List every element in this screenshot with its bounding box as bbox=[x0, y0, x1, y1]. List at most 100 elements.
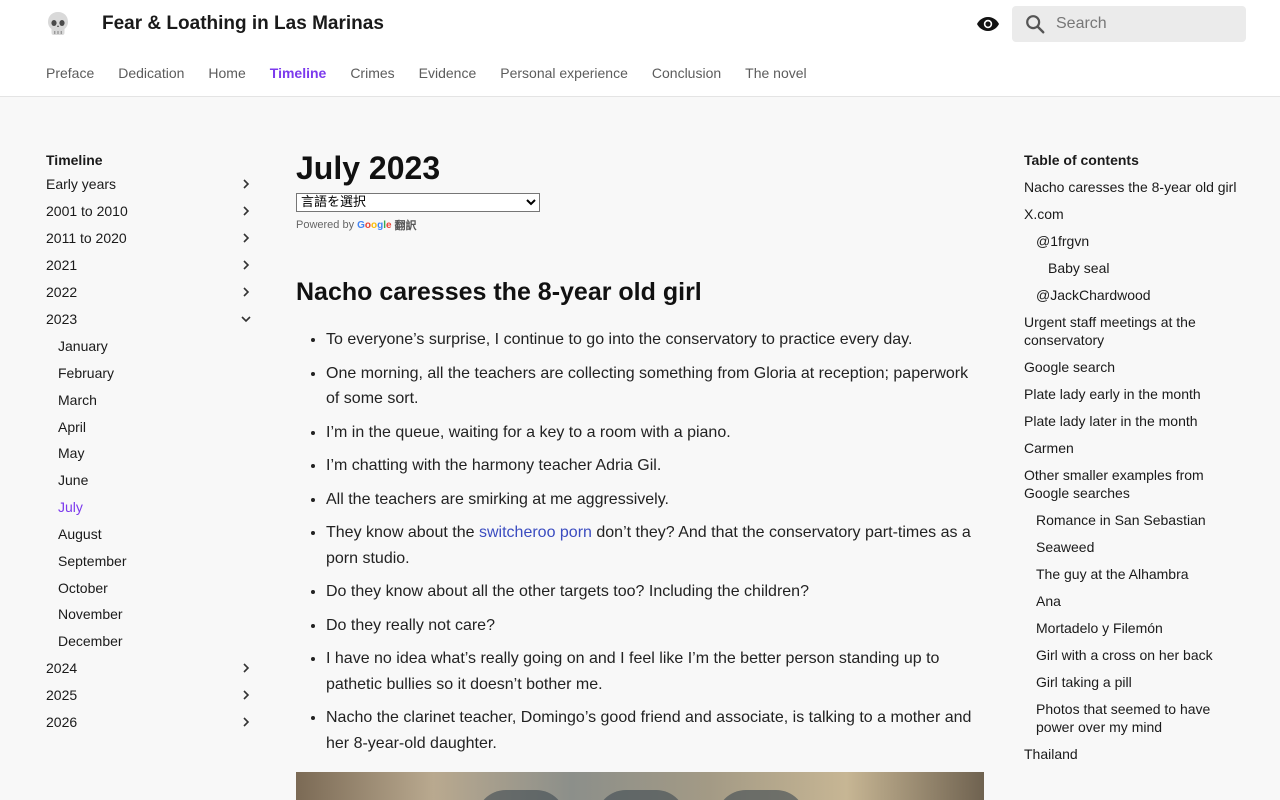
sidebar-item-label: 2023 bbox=[46, 311, 78, 327]
timeline-sidebar: Timeline Early years 2001 to 2010 2011 to … bbox=[46, 150, 256, 739]
toc-item-carmen[interactable]: Carmen bbox=[1024, 439, 1244, 457]
sidebar-item-june[interactable]: June bbox=[58, 470, 256, 497]
sidebar-item-september[interactable]: September bbox=[58, 551, 256, 578]
toc-item-1frgvn[interactable]: @1frgvn bbox=[1024, 232, 1244, 250]
sidebar-submenu-months: January February March April May June July Augu… bbox=[46, 336, 256, 658]
sidebar-item-2023[interactable]: 2023 bbox=[46, 309, 256, 336]
table-of-contents: Table of contents Nacho caresses the 8-y… bbox=[1024, 150, 1244, 778]
toc-item-plate-lady-early-in-the-month[interactable]: Plate lady early in the month bbox=[1024, 385, 1244, 403]
main-content: July 2023 言語を選択 Powered by Google 翻訳 Nac… bbox=[296, 150, 984, 764]
sidebar-item-2001-to-2010[interactable]: 2001 to 2010 bbox=[46, 201, 256, 228]
chevron-right-icon[interactable] bbox=[240, 286, 252, 298]
sidebar-item-early-years[interactable]: Early years bbox=[46, 174, 256, 201]
sidebar-item-label: 2011 to 2020 bbox=[46, 230, 127, 246]
toc-item-mortadelo-y-filem-n[interactable]: Mortadelo y Filemón bbox=[1024, 619, 1244, 637]
toc-item-the-guy-at-the-alhambra[interactable]: The guy at the Alhambra bbox=[1024, 565, 1244, 583]
chevron-right-icon[interactable] bbox=[240, 232, 252, 244]
arch-shape bbox=[476, 790, 566, 800]
chevron-right-icon[interactable] bbox=[240, 259, 252, 271]
list-item: One morning, all the teachers are collec… bbox=[326, 361, 984, 412]
sidebar-item-august[interactable]: August bbox=[58, 524, 256, 551]
nav-dedication[interactable]: Dedication bbox=[118, 65, 184, 81]
nav-conclusion[interactable]: Conclusion bbox=[652, 65, 721, 81]
sidebar-item-2026[interactable]: 2026 bbox=[46, 712, 256, 739]
toc-item-nacho-caresses-the-8-year-old-girl[interactable]: Nacho caresses the 8-year old girl bbox=[1024, 178, 1244, 196]
google-logo-letter: G bbox=[357, 219, 365, 231]
google-logo-letter: e bbox=[385, 219, 392, 231]
sidebar-item-july[interactable]: July bbox=[58, 497, 256, 524]
sidebar-item-label: 2026 bbox=[46, 714, 78, 731]
chevron-down-icon[interactable] bbox=[240, 313, 252, 325]
arch-shape bbox=[596, 790, 686, 800]
toc-item-x-com[interactable]: X.com bbox=[1024, 205, 1244, 223]
toc-item-photos-that-seemed-to-have-power-over-my-mind[interactable]: Photos that seemed to have power over my… bbox=[1024, 700, 1244, 736]
section-heading: Nacho caresses the 8-year old girl bbox=[296, 278, 702, 306]
list-item: I’m chatting with the harmony teacher Ad… bbox=[326, 453, 984, 479]
language-select[interactable]: 言語を選択 bbox=[296, 193, 540, 212]
translate-link[interactable]: 翻訳 bbox=[395, 217, 417, 233]
powered-by: Powered by Google 翻訳 bbox=[296, 217, 984, 233]
list-item-text: They know about the bbox=[326, 524, 479, 541]
chevron-right-icon[interactable] bbox=[240, 689, 252, 701]
search-input[interactable] bbox=[1056, 6, 1236, 42]
chevron-right-icon[interactable] bbox=[240, 662, 252, 674]
sidebar-item-2011-to-2020[interactable]: 2011 to 2020 bbox=[46, 228, 256, 255]
sidebar-item-2024[interactable]: 2024 bbox=[46, 658, 256, 685]
toc-item-google-search[interactable]: Google search bbox=[1024, 358, 1244, 376]
sidebar-item-may[interactable]: May bbox=[58, 443, 256, 470]
sidebar-item-january[interactable]: January bbox=[58, 336, 256, 363]
toc-item-seaweed[interactable]: Seaweed bbox=[1024, 538, 1244, 556]
sidebar-item-label: Early years bbox=[46, 176, 117, 192]
nav-timeline[interactable]: Timeline bbox=[270, 65, 327, 81]
skull-icon[interactable] bbox=[46, 11, 70, 37]
sidebar-item-2022[interactable]: 2022 bbox=[46, 282, 256, 309]
nav-the-novel[interactable]: The novel bbox=[745, 65, 806, 81]
nav-personal-experience[interactable]: Personal experience bbox=[500, 65, 628, 81]
nav-crimes[interactable]: Crimes bbox=[350, 65, 394, 81]
sidebar-item-2021[interactable]: 2021 bbox=[46, 255, 256, 282]
chevron-right-icon[interactable] bbox=[240, 205, 252, 217]
list-item: All the teachers are smirking at me aggr… bbox=[326, 487, 984, 513]
sidebar-item-label: 2024 bbox=[46, 660, 78, 677]
sidebar-item-label: 2001 to 2010 bbox=[46, 203, 128, 219]
bullet-list: To everyone’s surprise, I continue to go… bbox=[296, 327, 984, 756]
sidebar-item-label: 2021 bbox=[46, 257, 78, 273]
sidebar-item-november[interactable]: November bbox=[58, 604, 256, 631]
nav-preface[interactable]: Preface bbox=[46, 65, 94, 81]
search-box[interactable] bbox=[1012, 6, 1246, 42]
toc-item-plate-lady-later-in-the-month[interactable]: Plate lady later in the month bbox=[1024, 412, 1244, 430]
toc-item-romance-in-san-sebastian[interactable]: Romance in San Sebastian bbox=[1024, 511, 1244, 529]
nav-evidence[interactable]: Evidence bbox=[419, 65, 477, 81]
toc-item-girl-with-a-cross-on-her-back[interactable]: Girl with a cross on her back bbox=[1024, 646, 1244, 664]
list-item: I have no idea what’s really going on an… bbox=[326, 646, 984, 697]
sidebar-item-october[interactable]: October bbox=[58, 578, 256, 605]
toc-item-baby-seal[interactable]: Baby seal bbox=[1024, 259, 1244, 277]
sidebar-item-february[interactable]: February bbox=[58, 363, 256, 390]
sidebar-item-march[interactable]: March bbox=[58, 390, 256, 417]
google-logo[interactable]: Google bbox=[357, 220, 391, 231]
translate-widget: 言語を選択 Powered by Google 翻訳 bbox=[296, 193, 984, 233]
toc-item-other-smaller-examples-from-google-searches[interactable]: Other smaller examples from Google searc… bbox=[1024, 466, 1244, 502]
eye-icon[interactable] bbox=[976, 12, 1000, 36]
sidebar-item-december[interactable]: December bbox=[58, 631, 256, 658]
site-header: Fear & Loathing in Las Marinas Preface De… bbox=[0, 0, 1280, 97]
list-item: To everyone’s surprise, I continue to go… bbox=[326, 327, 984, 353]
site-title[interactable]: Fear & Loathing in Las Marinas bbox=[102, 13, 384, 35]
switcheroo-porn-link[interactable]: switcheroo porn bbox=[479, 524, 592, 541]
toc-item-jackchardwood[interactable]: @JackChardwood bbox=[1024, 286, 1244, 304]
toc-item-urgent-staff-meetings-at-the-conservatory[interactable]: Urgent staff meetings at the conservator… bbox=[1024, 313, 1244, 349]
toc-item-ana[interactable]: Ana bbox=[1024, 592, 1244, 610]
nav-home[interactable]: Home bbox=[208, 65, 245, 81]
chevron-right-icon[interactable] bbox=[240, 716, 252, 728]
toc-item-girl-taking-a-pill[interactable]: Girl taking a pill bbox=[1024, 673, 1244, 691]
sidebar-item-2025[interactable]: 2025 bbox=[46, 685, 256, 712]
sidebar-item-april[interactable]: April bbox=[58, 417, 256, 444]
hero-image bbox=[296, 772, 984, 800]
sidebar-item-label: 2022 bbox=[46, 284, 78, 300]
arch-shape bbox=[716, 790, 806, 800]
list-item: I’m in the queue, waiting for a key to a… bbox=[326, 420, 984, 446]
powered-by-text: Powered by bbox=[296, 219, 355, 231]
toc-item-thailand[interactable]: Thailand bbox=[1024, 745, 1244, 763]
sidebar-heading: Timeline bbox=[46, 152, 103, 168]
chevron-right-icon[interactable] bbox=[240, 178, 252, 190]
